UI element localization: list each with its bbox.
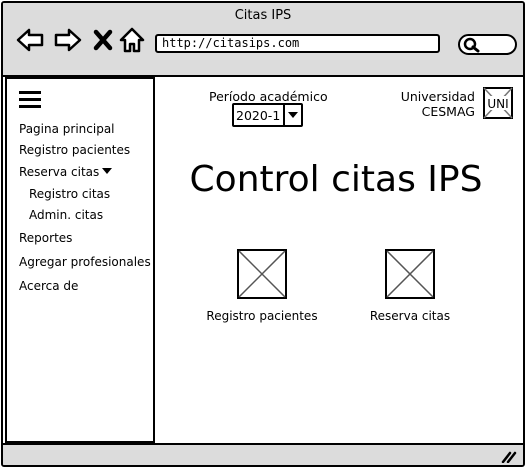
home-icon [119, 27, 145, 53]
resize-grip-icon[interactable] [501, 449, 517, 463]
university-logo: UNI [483, 87, 513, 119]
arrow-left-icon [16, 28, 44, 52]
registro-pacientes-label[interactable]: Registro pacientes [192, 309, 332, 323]
window-title: Citas IPS [234, 8, 292, 23]
registro-pacientes-image[interactable] [237, 249, 287, 299]
page-title: Control citas IPS [189, 159, 483, 200]
browser-titlebar: Citas IPS http://citasips.com [3, 3, 523, 77]
university-line1: Universidad [400, 89, 475, 104]
period-label: Período académico [209, 89, 328, 104]
search-input[interactable] [458, 34, 517, 55]
forward-button[interactable] [53, 25, 83, 55]
sidebar-item-registro-pacientes[interactable]: Registro pacientes [19, 143, 130, 157]
sidebar-item-reserva-citas[interactable]: Reserva citas [19, 165, 113, 179]
period-value: 2020-1 [236, 108, 281, 123]
sidebar-item-acerca-de[interactable]: Acerca de [19, 279, 78, 293]
status-bar [3, 443, 523, 465]
arrow-right-icon [54, 28, 82, 52]
sidebar-item-pagina-principal[interactable]: Pagina principal [19, 122, 115, 136]
period-select[interactable]: 2020-1 [232, 103, 303, 127]
close-icon [93, 29, 113, 51]
sidebar-menu: Pagina principal Registro pacientes Rese… [5, 77, 155, 443]
url-text: http://citasips.com [162, 36, 300, 50]
caret-down-icon [288, 112, 298, 118]
university-line2: CESMAG [421, 104, 475, 119]
sidebar-item-agregar-profesionales[interactable]: Agregar profesionales [19, 255, 151, 269]
image-placeholder-icon [237, 249, 287, 299]
image-placeholder-icon [385, 249, 435, 299]
home-button[interactable] [118, 25, 148, 55]
caret-down-icon [102, 168, 113, 174]
sidebar-item-label: Reserva citas [19, 165, 100, 179]
university-name: Universidad CESMAG [401, 89, 475, 119]
sidebar-item-registro-citas[interactable]: Registro citas [29, 187, 110, 201]
period-dropdown-button[interactable] [283, 105, 301, 125]
browser-window: Citas IPS http://citasips.com Pagina pri… [1, 1, 525, 467]
search-icon [463, 37, 480, 53]
logo-text: UNI [487, 97, 508, 111]
sidebar-item-admin-citas[interactable]: Admin. citas [29, 208, 103, 222]
back-button[interactable] [15, 25, 45, 55]
hamburger-icon[interactable] [19, 91, 43, 111]
reserva-citas-label[interactable]: Reserva citas [355, 309, 465, 323]
stop-button[interactable] [91, 25, 121, 55]
reserva-citas-image[interactable] [385, 249, 435, 299]
sidebar-item-reportes[interactable]: Reportes [19, 231, 72, 245]
url-bar[interactable]: http://citasips.com [155, 34, 440, 53]
